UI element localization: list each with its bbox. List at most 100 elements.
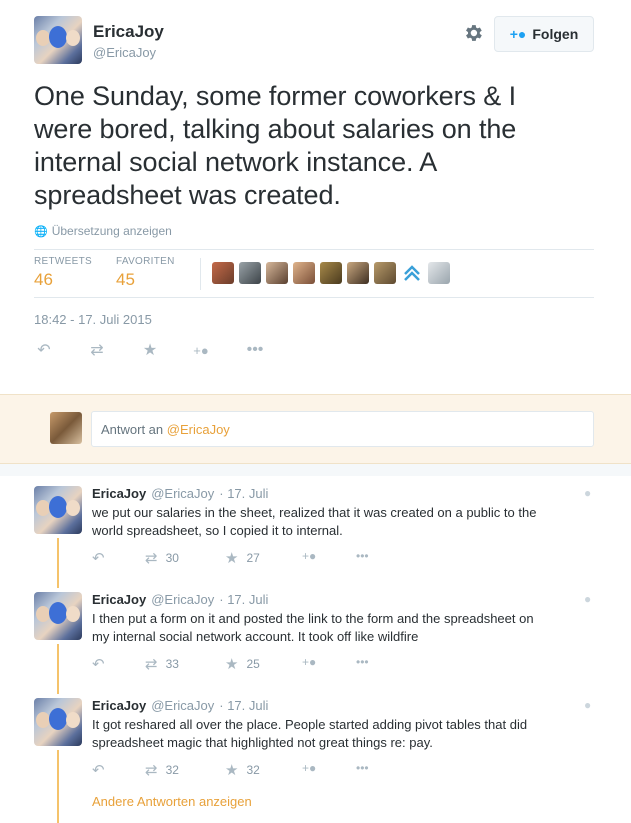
favorite-action[interactable]: ★ 25 (225, 655, 260, 673)
star-icon: ★ (225, 762, 239, 779)
reply-icon[interactable]: ↶ (92, 549, 105, 567)
reply-date[interactable]: · 17. Juli (219, 698, 268, 713)
tweet-text-line: One Sunday, some former coworkers & I (34, 81, 516, 111)
reply-icon[interactable]: ↶ (34, 340, 54, 360)
globe-icon[interactable]: ● (584, 698, 591, 712)
reply-text-line: my internal social network account. It t… (92, 629, 419, 644)
favorite-action[interactable]: ★ 32 (225, 761, 260, 779)
add-user-icon[interactable]: +● (302, 761, 316, 775)
show-more-replies-link[interactable]: Andere Antworten anzeigen (92, 794, 252, 809)
add-user-icon[interactable]: +● (302, 549, 316, 563)
reply-text-line: It got reshared all over the place. Peop… (92, 717, 528, 732)
avatar[interactable] (293, 262, 315, 284)
retweets-label: RETWEETS (34, 256, 92, 267)
reply-name[interactable]: EricaJoy (92, 486, 146, 501)
favorites-label: FAVORITEN (116, 256, 175, 267)
gear-icon[interactable] (462, 22, 484, 44)
more-icon[interactable]: ••• (356, 761, 369, 775)
avatar[interactable] (320, 262, 342, 284)
reply-name[interactable]: EricaJoy (92, 698, 146, 713)
retweet-action[interactable]: ⇄ 32 (145, 761, 179, 779)
reply-text: we put our salaries in the sheet, realiz… (92, 504, 602, 540)
globe-icon[interactable]: ● (584, 486, 591, 500)
retweets-count: 46 (34, 270, 53, 289)
tweet-text-line: were bored, talking about salaries on th… (34, 114, 517, 144)
reply-avatar[interactable] (34, 486, 82, 534)
retweet-action[interactable]: ⇄ 33 (145, 655, 179, 673)
reply-placeholder-prefix: Antwort an (101, 422, 167, 437)
reply-text-line: I then put a form on it and posted the l… (92, 611, 534, 626)
tweet-text-line: spreadsheet was created. (34, 180, 341, 210)
favoriter-avatars (212, 262, 450, 284)
retweet-icon[interactable]: ⇄ (86, 340, 108, 360)
reply-date[interactable]: · 17. Juli (219, 486, 268, 501)
follow-button[interactable]: +● Folgen (494, 16, 594, 52)
reply-date[interactable]: · 17. Juli (219, 592, 268, 607)
divider (34, 297, 594, 298)
tweet-text: One Sunday, some former coworkers & I we… (34, 80, 604, 212)
add-user-icon[interactable]: +● (190, 340, 212, 360)
avatar[interactable] (266, 262, 288, 284)
retweet-count: 30 (165, 551, 179, 565)
more-icon[interactable]: ••• (356, 549, 369, 563)
avatar[interactable] (347, 262, 369, 284)
stream-gap (0, 464, 631, 476)
reply-icon[interactable]: ↶ (92, 761, 105, 779)
chevron-up-icon[interactable] (401, 262, 423, 284)
more-icon[interactable]: ••• (244, 340, 266, 360)
retweet-icon: ⇄ (145, 762, 158, 779)
more-icon[interactable]: ••• (356, 655, 369, 669)
avatar[interactable] (239, 262, 261, 284)
reply-placeholder-handle: @EricaJoy (166, 422, 230, 437)
reply-handle[interactable]: @EricaJoy (151, 592, 214, 607)
follow-label: Folgen (532, 26, 579, 42)
translate-link[interactable]: 🌐 Übersetzung anzeigen (34, 224, 172, 238)
reply-handle[interactable]: @EricaJoy (151, 698, 214, 713)
star-icon[interactable]: ★ (140, 340, 160, 360)
reply-avatar[interactable] (34, 592, 82, 640)
author-handle[interactable]: @EricaJoy (93, 45, 156, 60)
avatar[interactable] (428, 262, 450, 284)
reply-input[interactable]: Antwort an @EricaJoy (91, 411, 594, 447)
reply-text-line: we put our salaries in the sheet, realiz… (92, 505, 537, 520)
reply-icon[interactable]: ↶ (92, 655, 105, 673)
retweet-icon: ⇄ (145, 550, 158, 567)
retweet-action[interactable]: ⇄ 30 (145, 549, 179, 567)
favorites-count: 45 (116, 270, 135, 289)
retweet-count: 32 (165, 763, 179, 777)
retweets-stat[interactable]: RETWEETS 46 (34, 256, 92, 290)
reply-header: EricaJoy @EricaJoy · 17. Juli (92, 592, 268, 607)
retweet-count: 33 (165, 657, 179, 671)
favorite-count: 25 (246, 657, 260, 671)
reply-handle[interactable]: @EricaJoy (151, 486, 214, 501)
add-user-icon[interactable]: +● (302, 655, 316, 669)
tweet-text-line: internal social network instance. A (34, 147, 438, 177)
favorite-count: 32 (246, 763, 260, 777)
author-avatar[interactable] (34, 16, 82, 64)
reply-text: It got reshared all over the place. Peop… (92, 716, 602, 752)
current-user-avatar (50, 412, 82, 444)
avatar[interactable] (212, 262, 234, 284)
author-name[interactable]: EricaJoy (93, 22, 164, 42)
divider (34, 249, 594, 250)
globe-icon: 🌐 (34, 225, 48, 238)
translate-label: Übersetzung anzeigen (51, 224, 172, 238)
reply-text-line: world spreadsheet, so I copied it to int… (92, 523, 343, 538)
reply-text: I then put a form on it and posted the l… (92, 610, 602, 646)
favorite-action[interactable]: ★ 27 (225, 549, 260, 567)
avatar[interactable] (374, 262, 396, 284)
globe-icon[interactable]: ● (584, 592, 591, 606)
favorite-count: 27 (246, 551, 260, 565)
timestamp[interactable]: 18:42 - 17. Juli 2015 (34, 312, 152, 327)
add-user-icon: +● (509, 26, 527, 42)
stats-separator (200, 258, 201, 290)
reply-header: EricaJoy @EricaJoy · 17. Juli (92, 486, 268, 501)
thread-line (57, 750, 59, 823)
thread-line (57, 644, 59, 694)
reply-text-line: spreadsheet magic that highlighted not g… (92, 735, 433, 750)
star-icon: ★ (225, 550, 239, 567)
reply-avatar[interactable] (34, 698, 82, 746)
reply-name[interactable]: EricaJoy (92, 592, 146, 607)
favorites-stat[interactable]: FAVORITEN 45 (116, 256, 175, 290)
thread-line (57, 538, 59, 588)
